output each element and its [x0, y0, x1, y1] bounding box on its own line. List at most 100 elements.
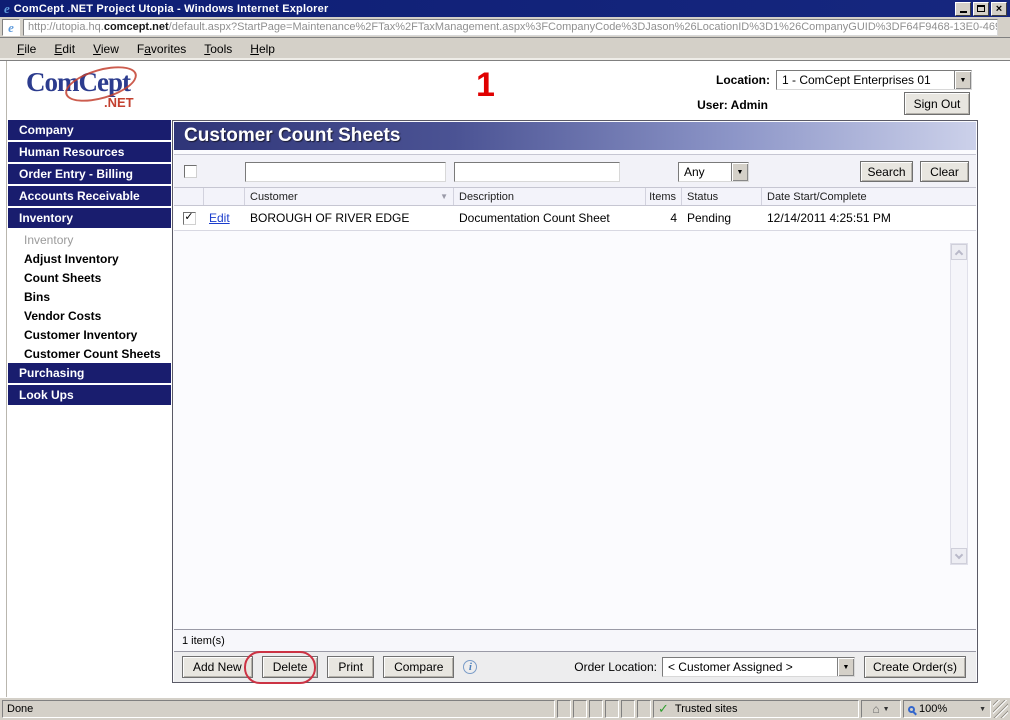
status-filter-dropdown-icon[interactable]: ▼: [731, 163, 748, 181]
status-pane: [589, 700, 603, 718]
col-edit: [204, 188, 245, 205]
menu-tools[interactable]: Tools: [195, 40, 241, 58]
sidebar-item-adjust-inventory[interactable]: Adjust Inventory: [8, 249, 171, 268]
print-button[interactable]: Print: [327, 656, 375, 678]
sidebar-item-human-resources[interactable]: Human Resources: [8, 142, 171, 162]
create-orders-button[interactable]: Create Order(s): [863, 656, 966, 678]
vertical-scrollbar[interactable]: [950, 243, 968, 565]
house-lock-icon: ⌂: [872, 702, 880, 716]
magnifier-icon: [908, 705, 915, 713]
sidebar-item-accounts-receivable[interactable]: Accounts Receivable: [8, 186, 171, 206]
status-pane: [557, 700, 571, 718]
select-all-checkbox[interactable]: [184, 165, 197, 178]
cell-date: 12/14/2011 4:25:51 PM: [767, 211, 891, 225]
sort-desc-icon: ▼: [440, 192, 448, 201]
zone-text: Trusted sites: [674, 703, 738, 715]
menu-help[interactable]: Help: [241, 40, 284, 58]
col-items[interactable]: Items: [646, 188, 682, 205]
protected-mode-pane[interactable]: ⌂ ▼: [861, 700, 901, 718]
col-customer[interactable]: Customer ▼: [245, 188, 454, 205]
col-status[interactable]: Status: [682, 188, 762, 205]
sidebar-item-customer-count-sheets[interactable]: Customer Count Sheets: [8, 344, 171, 363]
scroll-down-button[interactable]: [951, 548, 967, 564]
table-row: Edit BOROUGH OF RIVER EDGE Documentation…: [174, 206, 976, 231]
minimize-button[interactable]: [955, 1, 971, 16]
close-button[interactable]: ×: [991, 1, 1007, 16]
location-label: Location:: [716, 73, 770, 87]
status-pane: [573, 700, 587, 718]
col-date[interactable]: Date Start/Complete: [762, 188, 976, 205]
row-checkbox[interactable]: [182, 211, 196, 225]
trusted-check-icon: ✓: [658, 701, 669, 716]
page-icon-box: e: [2, 18, 20, 36]
cell-description: Documentation Count Sheet: [459, 211, 610, 225]
sidebar-item-look-ups[interactable]: Look Ups: [8, 385, 171, 405]
compare-button[interactable]: Compare: [383, 656, 455, 678]
zoom-pane[interactable]: 100% ▼: [903, 700, 991, 718]
menu-favorites[interactable]: Favorites: [128, 40, 195, 58]
order-location-value: < Customer Assigned >: [667, 660, 793, 674]
status-filter-value: Any: [684, 165, 705, 179]
url-domain: comcept.net: [103, 21, 169, 33]
annotation-marker-1: 1: [476, 66, 495, 104]
user-label: User:: [697, 98, 728, 112]
url-field[interactable]: http://utopia.hq. comcept.net/default.asp…: [23, 18, 998, 36]
user-info: User: Admin: [697, 98, 768, 112]
security-zone-pane[interactable]: ✓ Trusted sites: [653, 700, 859, 718]
menu-view[interactable]: View: [84, 40, 128, 58]
ie-logo-icon: e: [4, 1, 10, 16]
sidebar-item-customer-inventory[interactable]: Customer Inventory: [8, 325, 171, 344]
status-text-pane: Done: [2, 700, 555, 718]
status-filter-select[interactable]: Any ▼: [678, 162, 749, 182]
location-value: 1 - ComCept Enterprises 01: [782, 73, 931, 87]
sidebar-item-purchasing[interactable]: Purchasing: [8, 363, 171, 383]
clear-button[interactable]: Clear: [920, 161, 969, 182]
add-new-button[interactable]: Add New: [182, 656, 253, 678]
sidebar-item-count-sheets[interactable]: Count Sheets: [8, 268, 171, 287]
zoom-dropdown-icon[interactable]: ▼: [979, 706, 986, 713]
sidebar-item-order-entry-billing[interactable]: Order Entry - Billing: [8, 164, 171, 184]
main-panel: Customer Count Sheets Any ▼ Search Clear…: [172, 120, 978, 684]
sidebar: Company Human Resources Order Entry - Bill…: [8, 120, 171, 407]
window-titlebar: e ComCept .NET Project Utopia - Windows …: [0, 0, 1010, 17]
order-location-dropdown-icon[interactable]: ▼: [836, 658, 854, 676]
cell-customer: BOROUGH OF RIVER EDGE: [250, 211, 410, 225]
location-select[interactable]: 1 - ComCept Enterprises 01 ▼: [776, 70, 972, 90]
delete-button[interactable]: Delete: [261, 656, 319, 678]
status-bar: Done ✓ Trusted sites ⌂ ▼ 100% ▼: [0, 697, 1010, 720]
search-row: Any ▼ Search Clear: [174, 154, 976, 188]
sign-out-button[interactable]: Sign Out: [904, 92, 970, 115]
scroll-up-button[interactable]: [951, 244, 967, 260]
logo-net-text: .NET: [104, 95, 134, 110]
sidebar-item-vendor-costs[interactable]: Vendor Costs: [8, 306, 171, 325]
col-description[interactable]: Description: [454, 188, 646, 205]
status-pane: [621, 700, 635, 718]
info-icon[interactable]: i: [463, 660, 478, 674]
sidebar-item-bins[interactable]: Bins: [8, 287, 171, 306]
sidebar-item-inventory[interactable]: Inventory: [8, 208, 171, 228]
app-header: ComCept .NET 1 Location: 1 - ComCept Ent…: [0, 59, 1010, 120]
status-text: Done: [7, 703, 34, 715]
button-bar: Add New Delete Print Compare i Order Loc…: [174, 651, 976, 684]
cell-items: 4: [670, 211, 677, 225]
col-checkbox: [174, 188, 204, 205]
ie-page-icon: e: [8, 19, 14, 35]
sidebar-item-company[interactable]: Company: [8, 120, 171, 140]
edit-link[interactable]: Edit: [209, 211, 230, 225]
order-location-select[interactable]: < Customer Assigned > ▼: [661, 657, 855, 677]
protect-dropdown-icon[interactable]: ▼: [883, 706, 890, 713]
search-button[interactable]: Search: [860, 161, 913, 182]
location-dropdown-icon[interactable]: ▼: [954, 71, 971, 89]
status-pane: [637, 700, 651, 718]
customer-filter-input[interactable]: [245, 162, 446, 182]
description-filter-input[interactable]: [454, 162, 620, 182]
maximize-button[interactable]: [973, 1, 989, 16]
cell-status: Pending: [687, 211, 732, 225]
comcept-logo: ComCept .NET: [26, 59, 156, 113]
menu-edit[interactable]: Edit: [45, 40, 84, 58]
sidebar-item-inventory-sub: Inventory: [8, 230, 171, 249]
status-pane: [605, 700, 619, 718]
menu-file[interactable]: File: [8, 40, 45, 58]
resize-grip[interactable]: [993, 700, 1008, 718]
address-bar: e http://utopia.hq. comcept.net/default.a…: [0, 17, 1010, 38]
